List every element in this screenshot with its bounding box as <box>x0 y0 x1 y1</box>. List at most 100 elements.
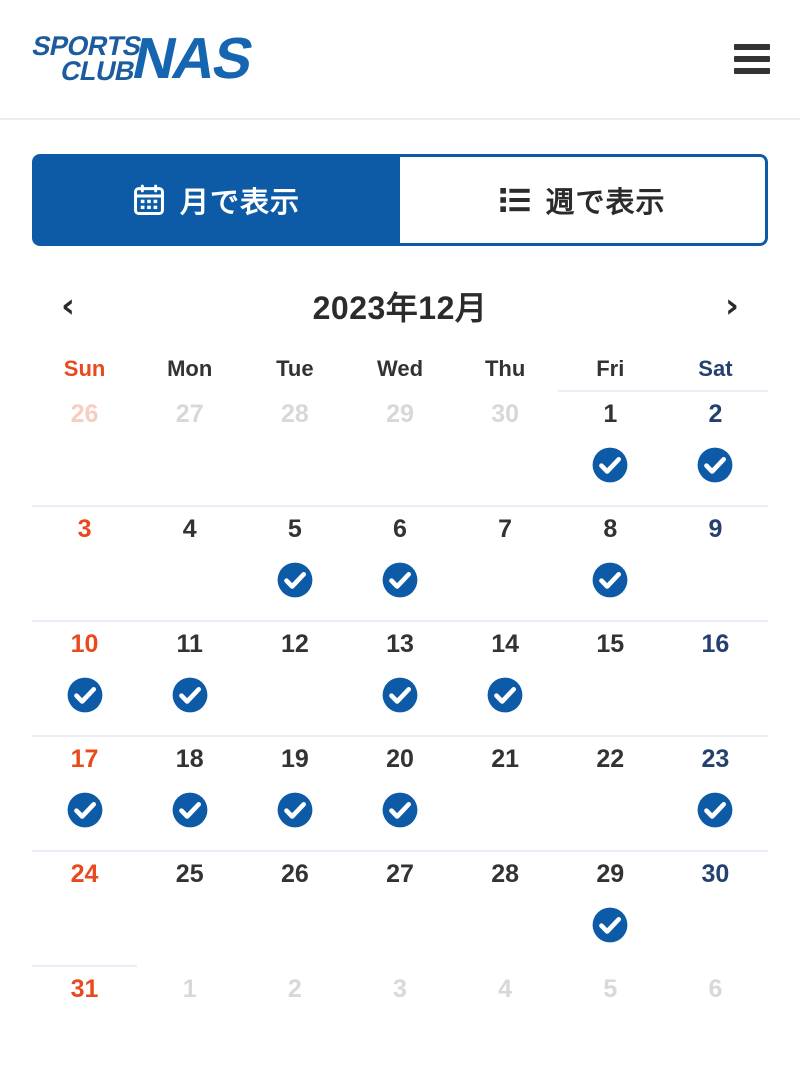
day-number: 30 <box>491 400 520 428</box>
check-circle-icon[interactable] <box>696 446 734 484</box>
calendar-day-cell[interactable]: 10 <box>32 620 138 735</box>
calendar-day-cell[interactable]: 29 <box>557 850 663 965</box>
calendar-day-cell[interactable]: 16 <box>662 620 769 735</box>
calendar-day-cell: 29 <box>347 390 452 505</box>
day-number: 24 <box>70 860 99 888</box>
calendar-day-cell[interactable]: 9 <box>662 505 769 620</box>
check-circle-icon[interactable] <box>66 791 104 829</box>
day-number: 26 <box>70 400 99 428</box>
calendar-day-cell[interactable]: 14 <box>452 620 558 735</box>
chevron-right-icon[interactable]: › <box>712 289 752 323</box>
calendar-day-cell[interactable]: 23 <box>662 735 769 850</box>
tab-month-view[interactable]: 月で表示 <box>32 154 400 246</box>
tab-week-view[interactable]: 週で表示 <box>400 154 768 246</box>
day-number: 28 <box>280 400 309 428</box>
calendar-day-cell[interactable]: 8 <box>557 505 663 620</box>
calendar-day-cell[interactable]: 30 <box>662 850 769 965</box>
check-circle-icon[interactable] <box>66 676 104 714</box>
weekday-header-fri: Fri <box>596 356 625 381</box>
check-circle-icon[interactable] <box>276 561 314 599</box>
day-number: 3 <box>77 515 92 543</box>
calendar-day-cell[interactable]: 13 <box>347 620 453 735</box>
check-circle-icon[interactable] <box>486 676 524 714</box>
calendar-week-row: 3 4 5 6 7 8 9 <box>32 505 769 620</box>
check-circle-icon[interactable] <box>381 791 419 829</box>
day-number: 30 <box>701 860 730 888</box>
calendar-day-cell[interactable]: 12 <box>242 620 348 735</box>
check-circle-icon[interactable] <box>381 676 419 714</box>
calendar-day-cell: 2 <box>242 965 347 1065</box>
check-circle-icon[interactable] <box>696 791 734 829</box>
weekday-header-mon: Mon <box>167 356 213 381</box>
check-circle-icon[interactable] <box>591 446 629 484</box>
calendar-day-cell[interactable]: 3 <box>32 505 138 620</box>
calendar-day-cell[interactable]: 20 <box>347 735 453 850</box>
site-header: SPORTS CLUB NAS <box>0 0 800 120</box>
calendar-week-row: 17 18 19 20 21 22 23 <box>32 735 769 850</box>
calendar-day-cell: 5 <box>558 965 663 1065</box>
calendar-day-cell[interactable]: 31 <box>32 965 138 1065</box>
day-number: 31 <box>70 975 99 1003</box>
day-number: 5 <box>603 975 618 1003</box>
chevron-left-icon[interactable]: ‹ <box>48 289 88 323</box>
calendar-icon <box>132 183 166 217</box>
calendar-day-cell[interactable]: 2 <box>662 390 769 505</box>
calendar-day-cell[interactable]: 24 <box>32 850 138 965</box>
calendar-day-cell[interactable]: 11 <box>137 620 243 735</box>
check-circle-icon[interactable] <box>381 561 419 599</box>
calendar-day-cell: 26 <box>32 390 137 505</box>
day-number: 2 <box>287 975 302 1003</box>
calendar-day-cell: 28 <box>242 390 347 505</box>
calendar-day-cell[interactable]: 28 <box>452 850 558 965</box>
calendar-day-cell[interactable]: 25 <box>137 850 243 965</box>
calendar-day-cell[interactable]: 18 <box>137 735 243 850</box>
check-circle-icon[interactable] <box>171 676 209 714</box>
day-number: 11 <box>176 630 203 658</box>
calendar-day-cell: 27 <box>137 390 242 505</box>
calendar-day-cell[interactable]: 15 <box>557 620 663 735</box>
calendar-day-cell: 3 <box>347 965 452 1065</box>
day-number: 26 <box>280 860 309 888</box>
calendar-week-row: 24 25 26 27 28 29 30 <box>32 850 769 965</box>
day-number: 23 <box>701 745 730 773</box>
calendar-day-cell[interactable]: 5 <box>242 505 348 620</box>
calendar-day-cell[interactable]: 17 <box>32 735 138 850</box>
day-number: 6 <box>393 515 407 543</box>
day-number: 6 <box>708 975 723 1003</box>
calendar-weekday-header: Sun Mon Tue Wed Thu Fri Sat <box>32 356 768 390</box>
weekday-header-wed: Wed <box>376 356 424 381</box>
month-navigation: ‹ 2023年12月 › <box>48 282 752 330</box>
day-number: 7 <box>498 515 513 543</box>
check-circle-icon[interactable] <box>171 791 209 829</box>
logo-text-stack: SPORTS CLUB <box>25 31 144 86</box>
calendar-week-row: 31 1 2 3 4 5 6 <box>32 965 768 1065</box>
calendar-day-cell: 6 <box>663 965 768 1065</box>
day-number: 20 <box>386 745 414 773</box>
calendar-day-cell[interactable]: 7 <box>452 505 558 620</box>
calendar-day-cell[interactable]: 4 <box>137 505 243 620</box>
check-circle-icon[interactable] <box>591 561 629 599</box>
calendar-day-cell[interactable]: 1 <box>557 390 663 505</box>
calendar-grid: Sun Mon Tue Wed Thu Fri Sat 26 27 28 29 30 1 2 3 4 5 6 7 8… <box>32 356 769 1065</box>
day-number: 9 <box>708 515 723 543</box>
calendar-day-cell[interactable]: 22 <box>557 735 663 850</box>
calendar-day-cell[interactable]: 19 <box>242 735 348 850</box>
site-logo[interactable]: SPORTS CLUB NAS <box>30 26 258 91</box>
day-number: 29 <box>386 400 414 428</box>
day-number: 27 <box>175 400 204 428</box>
day-number: 15 <box>596 630 625 658</box>
check-circle-icon[interactable] <box>276 791 314 829</box>
calendar-day-cell[interactable]: 26 <box>242 850 348 965</box>
calendar-day-cell[interactable]: 27 <box>347 850 453 965</box>
hamburger-icon[interactable] <box>734 44 770 74</box>
calendar-day-cell[interactable]: 6 <box>347 505 453 620</box>
calendar-weeks: 26 27 28 29 30 1 2 3 4 5 6 7 8 9 10 11 12 13 14 15 16 17 18 19 2… <box>32 390 769 1065</box>
check-circle-icon[interactable] <box>591 906 629 944</box>
day-number: 14 <box>491 630 520 658</box>
day-number: 3 <box>393 975 407 1003</box>
weekday-header-sat: Sat <box>698 356 733 381</box>
month-title: 2023年12月 <box>312 290 488 326</box>
day-number: 25 <box>175 860 204 888</box>
calendar-week-row: 26 27 28 29 30 1 2 <box>32 390 769 505</box>
calendar-day-cell[interactable]: 21 <box>452 735 558 850</box>
